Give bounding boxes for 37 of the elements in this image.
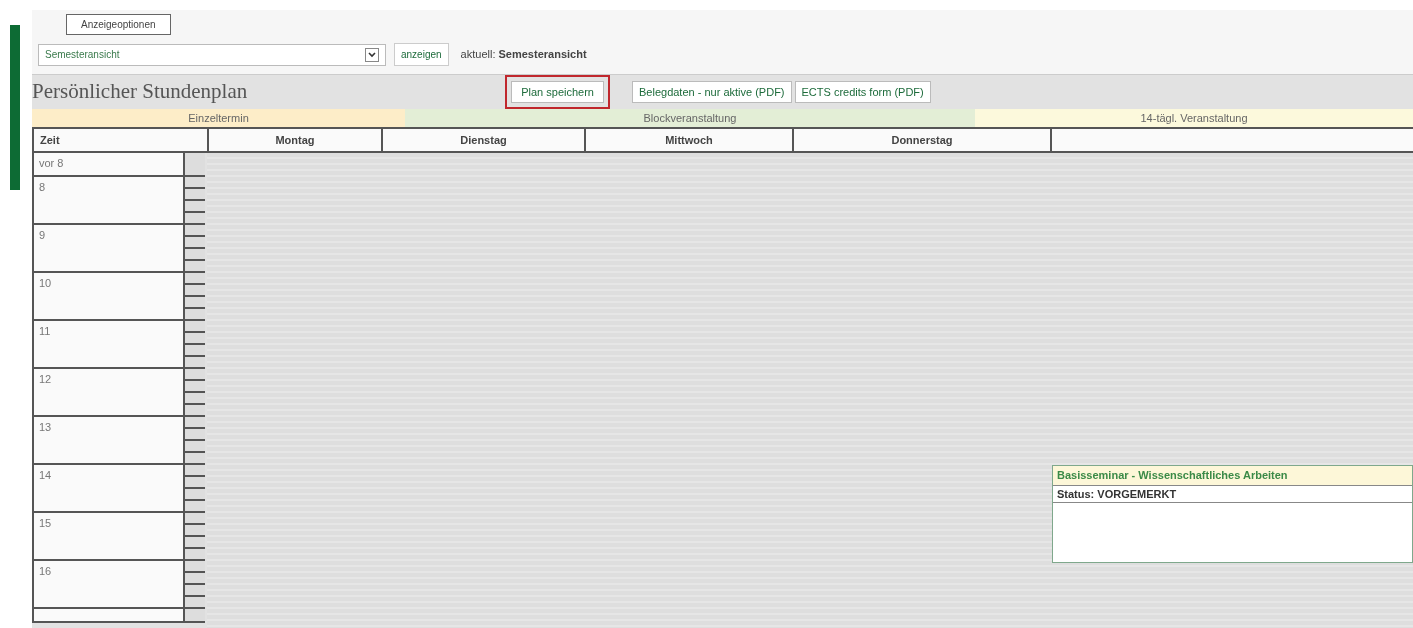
time-cell: 14 (32, 465, 185, 513)
column-header: Montag (207, 129, 381, 152)
event-card[interactable]: Basisseminar - Wissenschaftliches Arbeiten Status: VORGEMERKT (1052, 465, 1413, 563)
time-cell: 8 (32, 177, 185, 225)
show-button[interactable]: anzeigen (394, 43, 449, 66)
event-title: Basisseminar - Wissenschaftliches Arbeiten (1053, 466, 1412, 485)
time-cell: 12 (32, 369, 185, 417)
column-header: Donnerstag (792, 129, 1050, 152)
legend-item: Einzeltermin (32, 109, 405, 127)
quarter-tick-column (185, 465, 205, 513)
time-cell: 16 (32, 561, 185, 609)
quarter-tick-column (185, 225, 205, 273)
options-legend: Anzeigeoptionen (66, 14, 171, 35)
column-header: Zeit (32, 129, 207, 152)
time-cell: 15 (32, 513, 185, 561)
pdf-button[interactable]: ECTS credits form (PDF) (794, 80, 931, 104)
current-view-text: aktuell: Semesteransicht (460, 47, 587, 63)
highlighted-button[interactable]: Plan speichern (505, 74, 610, 110)
legend-item: 14-tägl. Veranstaltung (975, 109, 1413, 127)
time-cell: 9 (32, 225, 185, 273)
time-cell: 10 (32, 273, 185, 321)
time-cell: 13 (32, 417, 185, 465)
quarter-tick-column (185, 513, 205, 561)
quarter-tick-column (185, 369, 205, 417)
quarter-tick-column (185, 273, 205, 321)
column-header: Dienstag (381, 129, 584, 152)
pdf-button[interactable]: Belegdaten - nur aktive (PDF) (632, 80, 792, 104)
event-status: Status: VORGEMERKT (1053, 484, 1412, 503)
column-header: Mittwoch (584, 129, 792, 152)
legend-item: Blockveranstaltung (405, 109, 975, 127)
time-cell: vor 8 (32, 153, 185, 177)
caret-icon (365, 47, 379, 62)
quarter-tick-column (185, 321, 205, 369)
page-title: Persönlicher Stundenplan (32, 78, 248, 106)
view-select[interactable]: Semesteransicht (38, 43, 386, 66)
quarter-tick-column (185, 417, 205, 465)
time-cell: 11 (32, 321, 185, 369)
